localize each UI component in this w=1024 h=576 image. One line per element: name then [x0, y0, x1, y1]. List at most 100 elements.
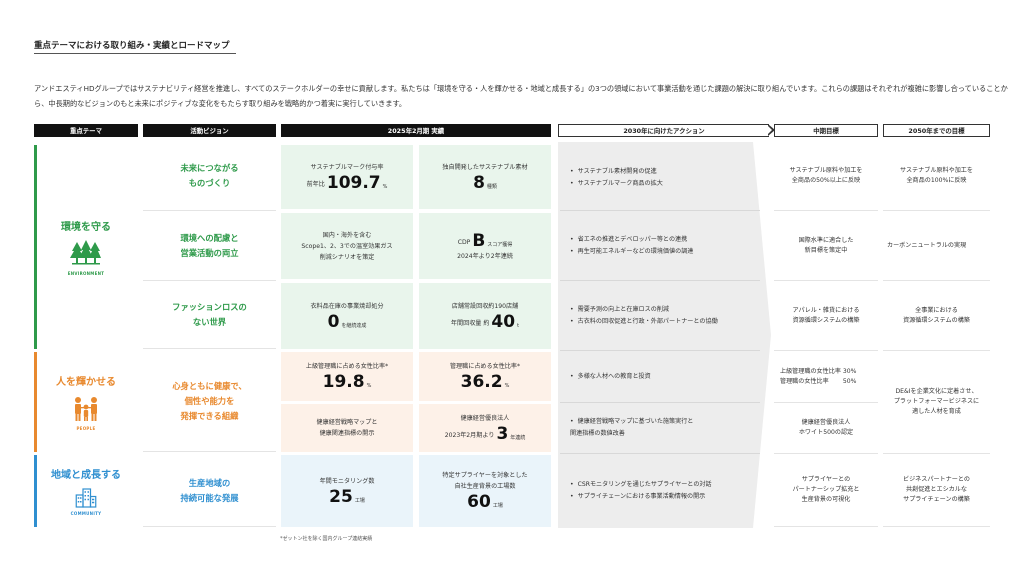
result-label: 特定サプライヤーを対象とした 自社生産背景の工場数 — [442, 472, 528, 490]
header-mid-goals: 中期目標 — [774, 124, 878, 137]
vision-item: 心身ともに健康で、 個性や能力を 発揮できる組織 — [143, 352, 276, 452]
action-block: CSRモニタリングを通じたサプライヤーとの対話 サプライチェーンにおける事業活動… — [560, 454, 760, 527]
mid-goal: アパレル・雑貨における 資源循環システムの構築 — [774, 281, 878, 351]
result-label: 管理職に占める女性比率* — [449, 363, 521, 370]
result-prefix: 2023年2月期より — [444, 431, 495, 439]
long-term-goal: ビジネスパートナーとの 共創促進とエシカルな サプライチェーンの構築 — [883, 454, 990, 527]
long-term-goal: サステナブル原料や加工を 全商品の100%に反映 — [883, 142, 990, 211]
title-underline — [34, 53, 236, 54]
theme-bar — [34, 455, 37, 527]
header-goals: 2050年までの目標 — [883, 124, 990, 137]
header-vision: 活動ビジョン — [143, 124, 276, 137]
result-suffix: スコア獲得 — [487, 241, 513, 248]
action-item: 省エネの推進とデベロッパー等との連携 — [570, 234, 760, 246]
result-unit: 工場 — [492, 503, 503, 509]
result-cell: 衣料品在庫の事業焼却処分 0 を継続達成 — [281, 283, 413, 349]
result-cell: 独自開発したサステナブル素材 8 種類 — [419, 145, 551, 209]
action-item: サステナブルマーク商品の拡大 — [570, 178, 760, 190]
result-unit: 工場 — [354, 497, 365, 504]
result-cell: 特定サプライヤーを対象とした 自社生産背景の工場数 60 工場 — [419, 455, 551, 527]
result-value: 19.8 — [322, 372, 365, 392]
trees-icon — [70, 240, 101, 265]
result-unit: t — [517, 322, 520, 329]
vision-item: ファッションロスの ない世界 — [143, 281, 276, 349]
action-item: 再生可能エネルギーなどの環境価値の調達 — [570, 246, 760, 258]
result-cell: 健康経営優良法人 2023年2月期より 3 年連続 — [419, 404, 551, 452]
result-label: 年間モニタリング数 — [319, 477, 375, 485]
action-block: 多様な人材への教育と投資 — [560, 351, 760, 403]
footnote: *ゼットン社を除く国内グループ連結実績 — [280, 536, 373, 542]
result-value: 3 — [496, 423, 509, 444]
result-unit: 種類 — [486, 183, 497, 190]
result-unit: % — [366, 383, 372, 389]
result-value: 36.2 — [460, 372, 503, 392]
people-icon — [75, 397, 97, 421]
result-prefix: 年間回収量 約 — [450, 319, 490, 327]
vision-item: 生産地域の 持続可能な発展 — [143, 455, 276, 527]
theme-label: 人を輝かせる — [56, 377, 116, 388]
result-prefix: 前年比 — [306, 180, 325, 188]
page-title: 重点テーマにおける取り組み・実績とロードマップ — [34, 41, 230, 51]
mid-goal: サプライヤーとの パートナーシップ拡充と 生産背景の可視化 — [774, 454, 878, 527]
buildings-icon — [75, 488, 97, 508]
result-unit: % — [504, 383, 510, 389]
theme-label: 地域と成長する — [51, 470, 121, 481]
result-value: 25 — [329, 486, 353, 507]
result-cell: 上級管理職に占める女性比率* 19.8 % — [281, 352, 413, 401]
header-actions: 2030年に向けたアクション — [558, 124, 769, 137]
vision-item: 未来につながる ものづくり — [143, 142, 276, 211]
theme-label: 環境を守る — [61, 222, 111, 233]
result-value: 60 — [467, 492, 491, 512]
action-block: 健康経営戦略マップに基づいた施策実行と 関連指標の数値改善 — [560, 403, 760, 454]
theme-caption: ENVIRONMENT — [67, 271, 105, 276]
result-cell: 年間モニタリング数 25 工場 — [281, 455, 413, 527]
action-item: CSRモニタリングを通じたサプライヤーとの対話 — [570, 479, 760, 491]
theme-community: 地域と成長する COMMUNITY — [34, 455, 138, 527]
result-cell: 健康経営戦略マップと 健康関連指標の開示 — [281, 404, 413, 452]
result-cell: 国内・海外を含む Scope1、2、3での温室効果ガス 削減シナリオを策定 — [281, 213, 413, 279]
result-label: 上級管理職に占める女性比率* — [305, 363, 389, 370]
mid-goal: 上級管理職の女性比率 30% 管理職の女性比率 50% — [774, 351, 878, 403]
result-value: B — [472, 230, 486, 251]
theme-people: 人を輝かせる PEOPLE — [34, 352, 138, 452]
action-item: 多様な人材への教育と投資 — [570, 371, 760, 383]
result-cell: CDP B スコア獲得 2024年より2年連続 — [419, 213, 551, 279]
vision-item: 環境への配慮と 営業活動の両立 — [143, 211, 276, 281]
mid-goal: 健康経営優良法人 ホワイト500の認定 — [774, 403, 878, 454]
result-sub: 2024年より2年連続 — [457, 252, 513, 260]
result-cell: 管理職に占める女性比率* 36.2 % — [419, 352, 551, 401]
long-term-goal: DE&Iを企業文化に定着させ、 プラットフォーマービジネスに 適した人材を育成 — [883, 351, 990, 454]
action-item: 古衣料の回収促進と行政・外部パートナーとの協働 — [570, 316, 760, 328]
result-unit: 年連続 — [510, 434, 526, 441]
result-prefix: CDP — [457, 238, 471, 246]
long-term-goal: カーボンニュートラルの実現 — [883, 211, 990, 281]
result-value: 0 — [327, 311, 340, 332]
result-label: 独自開発したサステナブル素材 — [442, 163, 528, 171]
header-theme: 重点テーマ — [34, 124, 138, 137]
result-value: 40 — [491, 311, 516, 332]
action-block: サステナブル素材開発の促進 サステナブルマーク商品の拡大 — [560, 145, 760, 211]
result-value: 8 — [473, 172, 485, 193]
header-results: 2025年2月期 実績 — [281, 124, 551, 137]
result-label: 健康経営優良法人 — [460, 414, 510, 422]
result-cell: 店舗常設回収約190店舗 年間回収量 約 40 t — [419, 283, 551, 349]
action-item: 健康経営戦略マップに基づいた施策実行と 関連指標の数値改善 — [570, 416, 760, 440]
action-block: 省エネの推進とデベロッパー等との連携 再生可能エネルギーなどの環境価値の調達 — [560, 211, 760, 281]
action-item: サプライチェーンにおける事業活動情報の開示 — [570, 491, 760, 503]
result-label: 衣料品在庫の事業焼却処分 — [310, 302, 384, 310]
mid-goal: サステナブル原料や加工を 全商品の50%以上に反映 — [774, 142, 878, 211]
theme-bar — [34, 352, 37, 452]
result-label: 店舗常設回収約190店舗 — [451, 302, 519, 310]
theme-environment: 環境を守る ENVIRONMENT — [34, 145, 138, 349]
mid-goal: 国際水準に適合した 新目標を策定中 — [774, 211, 878, 281]
theme-bar — [34, 145, 37, 349]
action-block: 需要予測の向上と在庫ロスの削減 古衣料の回収促進と行政・外部パートナーとの協働 — [560, 281, 760, 351]
intro-paragraph: アンドエスティHDグループではサステナビリティ経営を推進し、すべてのステークホル… — [34, 84, 1008, 108]
result-unit: % — [382, 183, 388, 190]
result-cell: サステナブルマーク付与率 前年比 109.7 % — [281, 145, 413, 209]
action-item: 需要予測の向上と在庫ロスの削減 — [570, 304, 760, 316]
theme-caption: PEOPLE — [76, 426, 96, 431]
action-item: サステナブル素材開発の促進 — [570, 166, 760, 178]
theme-caption: COMMUNITY — [70, 511, 102, 516]
result-unit: を継続達成 — [341, 322, 367, 329]
